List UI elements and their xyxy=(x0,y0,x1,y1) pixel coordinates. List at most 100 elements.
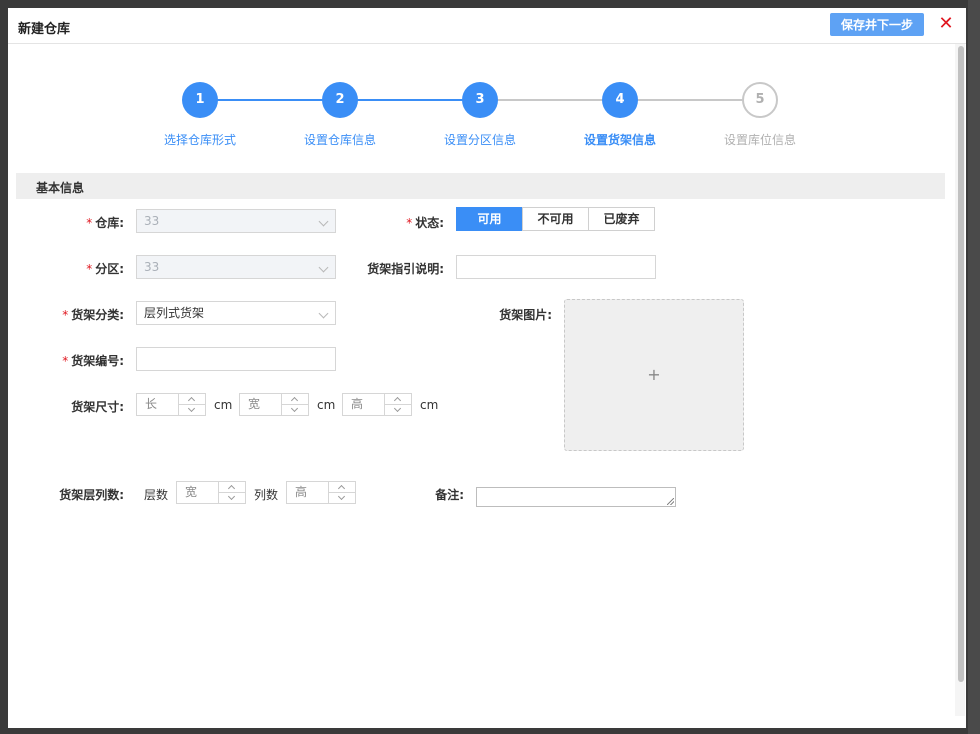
required-mark: * xyxy=(62,308,69,322)
shelf-width-input[interactable]: 宽 xyxy=(239,393,309,416)
chevron-down-icon xyxy=(318,262,329,273)
guide-label: 货架指引说明: xyxy=(367,262,444,276)
step-3-label: 设置分区信息 xyxy=(443,133,516,147)
dialog-header: 新建仓库 保存并下一步 ✕ xyxy=(8,8,966,44)
zone-label: * 分区: xyxy=(48,260,124,277)
chevron-up-icon xyxy=(187,396,196,405)
shelf-type-label-text: 货架分类: xyxy=(71,308,124,322)
step-4-label: 设置货架信息 xyxy=(583,133,656,147)
shelf-code-input[interactable] xyxy=(136,347,336,371)
step-3-circle[interactable]: 3 xyxy=(462,82,498,118)
stepper-controls xyxy=(218,482,245,503)
step-connector-3 xyxy=(480,99,620,101)
resize-handle-icon[interactable] xyxy=(667,498,674,505)
shelf-height-placeholder: 高 xyxy=(351,397,364,411)
stepper-up-button[interactable] xyxy=(282,394,308,405)
shelf-type-select[interactable]: 层列式货架 xyxy=(136,301,336,325)
plus-icon: + xyxy=(647,365,661,384)
shelf-rows-cols-label: 货架层列数: xyxy=(59,488,124,502)
stepper-up-button[interactable] xyxy=(219,482,245,493)
zone-label-text: 分区: xyxy=(95,262,124,276)
stepper-up-button[interactable] xyxy=(179,394,205,405)
step-5-label: 设置库位信息 xyxy=(723,133,796,147)
status-option-available[interactable]: 可用 xyxy=(456,207,523,231)
zone-select-value: 33 xyxy=(144,260,160,274)
status-option-discarded[interactable]: 已废弃 xyxy=(588,207,655,231)
modal-backdrop xyxy=(968,0,980,734)
shelf-width-placeholder: 宽 xyxy=(248,397,261,411)
shelf-height-input[interactable]: 高 xyxy=(342,393,412,416)
chevron-down-icon xyxy=(290,404,299,413)
save-and-next-button[interactable]: 保存并下一步 xyxy=(830,13,924,36)
dialog-title: 新建仓库 xyxy=(18,22,71,37)
step-1-label: 选择仓库形式 xyxy=(163,133,236,147)
shelf-length-input[interactable]: 长 xyxy=(136,393,206,416)
cols-placeholder: 高 xyxy=(295,485,308,499)
chevron-up-icon xyxy=(337,484,346,493)
stepper-down-button[interactable] xyxy=(385,404,411,415)
height-unit: cm xyxy=(420,398,439,412)
shelf-size-label: 货架尺寸: xyxy=(71,400,124,414)
section-header: 基本信息 xyxy=(16,173,945,199)
warehouse-select-value: 33 xyxy=(144,214,160,228)
step-connector-2 xyxy=(340,99,480,101)
status-label-text: 状态: xyxy=(415,216,444,230)
shelf-length-placeholder: 长 xyxy=(145,397,158,411)
close-icon[interactable]: ✕ xyxy=(937,13,955,35)
shelf-code-label-text: 货架编号: xyxy=(71,354,124,368)
width-unit: cm xyxy=(317,398,336,412)
chevron-down-icon xyxy=(318,216,329,227)
required-mark: * xyxy=(86,262,93,276)
remark-label: 备注: xyxy=(435,488,464,502)
cols-input[interactable]: 高 xyxy=(286,481,356,504)
step-5-circle[interactable]: 5 xyxy=(742,82,778,118)
chevron-down-icon xyxy=(227,492,236,501)
shelf-code-label: * 货架编号: xyxy=(28,352,124,369)
shelf-type-select-value: 层列式货架 xyxy=(144,306,205,320)
status-radio-group: 可用 不可用 已废弃 xyxy=(456,207,655,231)
chevron-down-icon xyxy=(337,492,346,501)
new-warehouse-dialog: 新建仓库 保存并下一步 ✕ 1 2 3 4 5 选择仓库形式 设置仓库信息 设置… xyxy=(8,8,966,728)
required-mark: * xyxy=(86,216,93,230)
chevron-up-icon xyxy=(393,396,402,405)
stepper-down-button[interactable] xyxy=(282,404,308,415)
stepper-controls xyxy=(178,394,205,415)
shelf-image-upload[interactable]: + xyxy=(564,299,744,451)
chevron-up-icon xyxy=(290,396,299,405)
warehouse-select[interactable]: 33 xyxy=(136,209,336,233)
layers-input[interactable]: 宽 xyxy=(176,481,246,504)
stepper-down-button[interactable] xyxy=(329,492,355,503)
cols-label: 列数 xyxy=(254,488,279,502)
step-2-circle[interactable]: 2 xyxy=(322,82,358,118)
stepper-up-button[interactable] xyxy=(329,482,355,493)
stepper-controls xyxy=(384,394,411,415)
step-4-circle[interactable]: 4 xyxy=(602,82,638,118)
guide-input[interactable] xyxy=(456,255,656,279)
step-connector-4 xyxy=(620,99,760,101)
shelf-image-label: 货架图片: xyxy=(499,308,552,322)
length-unit: cm xyxy=(214,398,233,412)
stepper-controls xyxy=(328,482,355,503)
warehouse-label-text: 仓库: xyxy=(95,216,124,230)
warehouse-label: * 仓库: xyxy=(48,214,124,231)
chevron-down-icon xyxy=(318,308,329,319)
stepper-up-button[interactable] xyxy=(385,394,411,405)
stepper-down-button[interactable] xyxy=(179,404,205,415)
chevron-down-icon xyxy=(393,404,402,413)
zone-select[interactable]: 33 xyxy=(136,255,336,279)
status-option-unavailable[interactable]: 不可用 xyxy=(522,207,589,231)
chevron-down-icon xyxy=(187,404,196,413)
stepper-controls xyxy=(281,394,308,415)
layers-label: 层数 xyxy=(144,488,169,502)
stepper-down-button[interactable] xyxy=(219,492,245,503)
required-mark: * xyxy=(406,216,413,230)
scrollbar-thumb[interactable] xyxy=(958,46,964,682)
status-label: * 状态: xyxy=(368,214,444,231)
layers-placeholder: 宽 xyxy=(185,485,198,499)
shelf-type-label: * 货架分类: xyxy=(28,306,124,323)
remark-textarea[interactable] xyxy=(476,487,676,507)
section-title: 基本信息 xyxy=(36,181,85,195)
chevron-up-icon xyxy=(227,484,236,493)
step-1-circle[interactable]: 1 xyxy=(182,82,218,118)
step-connector-1 xyxy=(200,99,340,101)
